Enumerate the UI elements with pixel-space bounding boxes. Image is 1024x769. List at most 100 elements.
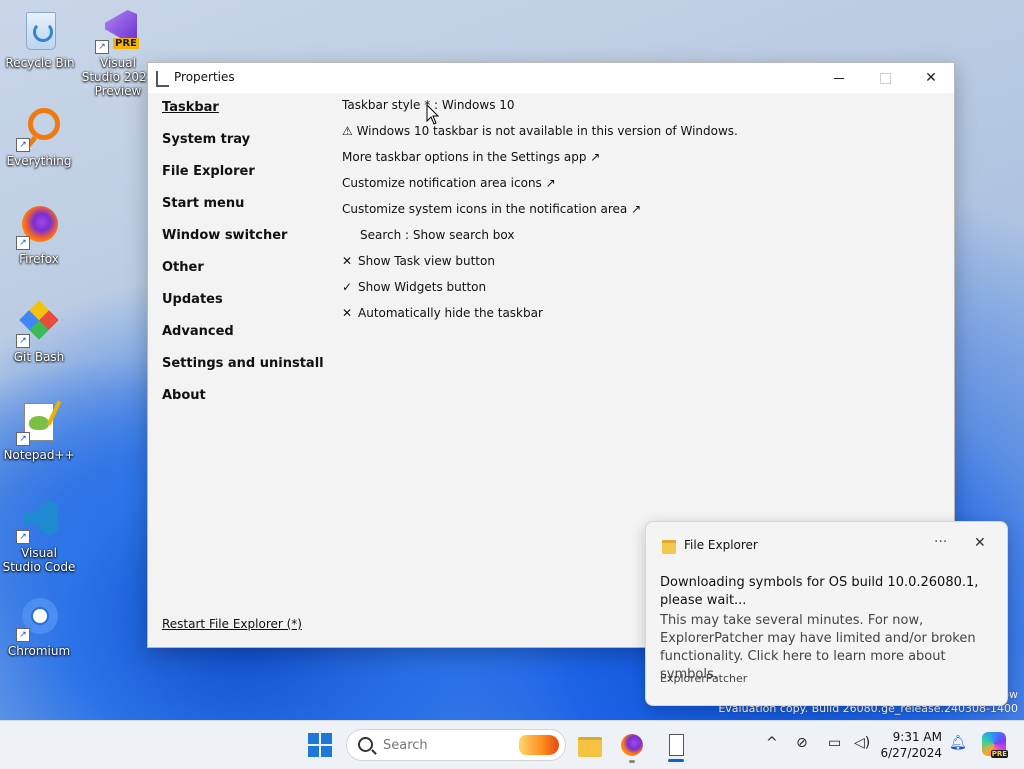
toast-attribution: ExplorerPatcher [660,672,748,685]
desktop-icon-everything[interactable]: ↗ Everything [1,106,77,168]
desktop-icon-label: Git Bash [13,350,65,364]
toast-title: Downloading symbols for OS build 10.0.26… [660,575,979,608]
search-icon [358,737,373,752]
nav-item-settings-and-uninstall[interactable]: Settings and uninstall [162,355,324,387]
nav-item-window-switcher[interactable]: Window switcher [162,227,324,259]
checked-icon: ✓ [342,280,353,294]
clock-date: 6/27/2024 [880,746,942,760]
shortcut-arrow-icon: ↗ [16,628,30,642]
nav-item-taskbar[interactable]: Taskbar [162,99,324,131]
system-clock[interactable]: 9:31 AM 6/27/2024 [880,729,942,761]
active-indicator [668,759,684,762]
vscode-icon: ↗ [16,498,62,544]
visual-studio-preview-icon: PRE ↗ [95,8,141,54]
chromium-icon: ↗ [16,596,62,642]
option-label: Show Task view button [358,254,495,268]
option-task-view[interactable]: ✕ Show Task view button [342,253,738,279]
shortcut-arrow-icon: ↗ [16,236,30,250]
desktop-icon-recycle-bin[interactable]: Recycle Bin [2,8,78,70]
taskbar-file-explorer[interactable] [574,729,606,761]
copilot-icon[interactable]: PRE [982,732,1008,758]
desktop-icon-firefox[interactable]: ↗ Firefox [1,204,77,266]
taskbar: ^ ⊘ ▭ ◁) 9:31 AM 6/27/2024 🔔︎ PRE [0,720,1024,769]
desktop-icon-label: Visual Studio 2022 Preview [81,56,155,98]
option-widgets[interactable]: ✓ Show Widgets button [342,279,738,305]
link-notification-icons[interactable]: Customize notification area icons ↗ [342,175,738,201]
notification-bell-icon[interactable]: 🔔︎ [949,735,967,751]
maximize-icon [879,72,891,84]
toast-close-icon[interactable]: ✕ [974,535,986,551]
preview-badge: PRE [113,38,139,49]
search-highlight-icon [519,735,559,755]
nav-item-system-tray[interactable]: System tray [162,131,324,163]
running-indicator [629,760,635,763]
taskbar-settings-panel: Taskbar style * : Windows 10 ⚠ Windows 1… [342,97,738,331]
search-input[interactable] [381,735,525,755]
desktop-icon-vscode[interactable]: ↗ Visual Studio Code [1,498,77,574]
shortcut-arrow-icon: ↗ [16,432,30,446]
taskbar-search-box[interactable] [346,729,566,761]
mouse-cursor-icon [426,104,440,125]
option-label: Show Widgets button [358,280,487,294]
settings-nav: Taskbar System tray File Explorer Start … [162,99,324,419]
start-button[interactable] [308,733,332,757]
network-offline-icon[interactable]: ⊘ [796,735,808,751]
shortcut-arrow-icon: ↗ [16,530,30,544]
link-taskbar-options[interactable]: More taskbar options in the Settings app… [342,149,738,175]
desktop-icon-label: Notepad++ [3,448,75,462]
taskbar-firefox[interactable] [616,729,648,763]
folder-icon [662,540,676,554]
app-icon [156,71,169,87]
clock-time: 9:31 AM [892,730,942,744]
firefox-icon: ↗ [16,204,62,250]
notepad-plus-plus-icon: ↗ [16,400,62,446]
unchecked-icon: ✕ [342,254,353,268]
restart-file-explorer-link[interactable]: Restart File Explorer (*) [162,617,302,631]
nav-item-other[interactable]: Other [162,259,324,291]
nav-item-file-explorer[interactable]: File Explorer [162,163,324,195]
speaker-icon[interactable]: ◁) [854,735,870,751]
tray-overflow-chevron-icon[interactable]: ^ [766,735,778,751]
window-title: Properties [174,70,235,84]
option-label: Automatically hide the taskbar [358,306,543,320]
display-icon[interactable]: ▭ [828,735,841,751]
toast-notification[interactable]: File Explorer ··· ✕ Downloading symbols … [645,521,1008,706]
shortcut-arrow-icon: ↗ [16,334,30,348]
close-button[interactable]: ✕ [908,63,954,93]
taskbar-style-option[interactable]: Taskbar style * : Windows 10 [342,97,738,123]
desktop-icon-label: Visual Studio Code [2,546,76,574]
shortcut-arrow-icon: ↗ [95,40,109,54]
desktop-icon-chromium[interactable]: ↗ Chromium [1,596,77,658]
git-bash-icon: ↗ [16,300,62,348]
folder-icon [578,737,602,757]
close-icon: ✕ [925,70,937,86]
everything-search-icon: ↗ [16,106,62,152]
more-options-icon[interactable]: ··· [934,534,947,550]
taskbar-properties-window[interactable] [660,729,692,762]
nav-item-start-menu[interactable]: Start menu [162,195,324,227]
taskbar-warning: ⚠ Windows 10 taskbar is not available in… [342,124,738,138]
desktop-icon-notepad-plus-plus[interactable]: ↗ Notepad++ [1,400,77,462]
nav-item-updates[interactable]: Updates [162,291,324,323]
link-system-icons[interactable]: Customize system icons in the notificati… [342,201,738,227]
firefox-icon [621,734,643,756]
search-option[interactable]: Search : Show search box [342,227,738,253]
desktop-icon-label: Everything [6,154,72,168]
maximize-button[interactable] [862,63,908,93]
desktop-icon-label: Chromium [7,644,71,658]
unchecked-icon: ✕ [342,306,353,320]
toast-app-name: File Explorer [684,538,758,552]
nav-item-about[interactable]: About [162,387,324,419]
option-auto-hide[interactable]: ✕ Automatically hide the taskbar [342,305,738,331]
desktop-icon-visual-studio-preview[interactable]: PRE ↗ Visual Studio 2022 Preview [80,8,156,98]
windows-logo-icon [308,733,319,744]
minimize-button[interactable] [816,63,862,93]
explorerpatcher-icon [669,734,684,756]
desktop-icon-label: Firefox [19,252,59,266]
minimize-icon [834,77,844,79]
desktop-icon-git-bash[interactable]: ↗ Git Bash [1,300,77,364]
shortcut-arrow-icon: ↗ [16,138,30,152]
title-bar[interactable]: Properties ✕ [148,63,954,93]
nav-item-advanced[interactable]: Advanced [162,323,324,355]
recycle-bin-icon [17,8,63,54]
